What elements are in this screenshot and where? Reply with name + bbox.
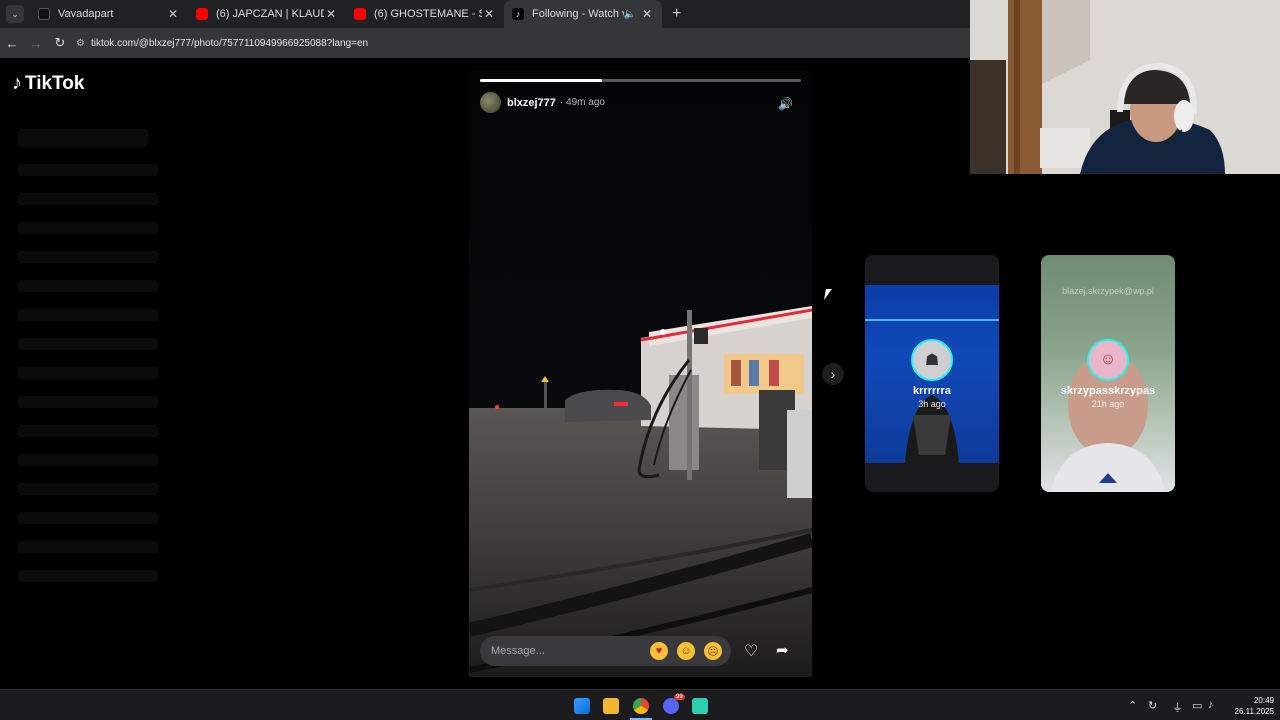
story-progress-bar	[480, 79, 801, 82]
sidebar-item	[18, 193, 158, 205]
story-progress-fill	[480, 79, 602, 82]
sidebar-item	[18, 309, 158, 321]
volume-icon[interactable]: 🔊	[778, 97, 793, 111]
tab-japczan[interactable]: (6) JAPCZAN | KLAUDIA czy KAI ✕	[188, 0, 346, 28]
windows-taskbar: 99 ⌃ ↻ ⏚ ▭ ♪ 20:49 26.11.2025	[0, 689, 1280, 720]
sidebar-item	[18, 164, 158, 176]
youtube-favicon-icon	[354, 8, 366, 20]
network-icon[interactable]: ▭	[1192, 699, 1202, 712]
sidebar-item	[18, 570, 158, 582]
story-card-krrrrrra[interactable]: ☗ krrrrrra 3h ago	[865, 255, 999, 492]
card-time: 21h ago	[1091, 399, 1125, 409]
sidebar-item	[18, 541, 158, 553]
story-photo	[469, 70, 812, 677]
reload-icon[interactable]: ↻	[48, 35, 72, 51]
webcam-scene	[970, 0, 1280, 174]
sidebar-item	[18, 338, 158, 350]
heart-eyes-emoji-icon[interactable]: ♥	[650, 642, 668, 660]
tab-tiktok-following[interactable]: ♪ Following - Watch videos fr 🔈 ✕	[504, 0, 662, 28]
chevron-up-icon[interactable]: ⌃	[1128, 699, 1137, 712]
youtube-favicon-icon	[196, 8, 208, 20]
close-tab-icon[interactable]: ✕	[166, 7, 180, 21]
url-text: tiktok.com/@blxzej777/photo/757711094996…	[90, 37, 369, 49]
tab-title: (6) GHOSTEMANE - Squeeze - Y	[374, 8, 482, 20]
tab-ghostemane[interactable]: (6) GHOSTEMANE - Squeeze - Y ✕	[346, 0, 504, 28]
next-story-chevron-icon[interactable]: ›	[822, 363, 844, 385]
tiktok-note-icon: ♪	[12, 72, 22, 94]
file-explorer-icon[interactable]	[603, 698, 619, 714]
chrome-icon[interactable]	[633, 698, 649, 714]
sidebar-item	[18, 512, 158, 524]
close-tab-icon[interactable]: ✕	[640, 7, 654, 21]
logo-text: TikTok	[25, 72, 85, 94]
tiktok-favicon-icon: ♪	[512, 8, 524, 20]
url-field[interactable]: ⚙ tiktok.com/@blxzej777/photo/7577110949…	[76, 38, 368, 49]
clock-time: 20:49	[1253, 696, 1274, 705]
site-info-icon[interactable]: ⚙	[76, 38, 85, 49]
avatar: ☗	[911, 339, 953, 381]
webcam-overlay	[970, 0, 1280, 174]
story-header: blxzej777 · 49m ago	[480, 92, 605, 113]
close-tab-icon[interactable]: ✕	[324, 7, 338, 21]
sidebar-dimmed	[18, 112, 158, 599]
new-tab-icon[interactable]: +	[672, 5, 681, 23]
windows-start-icon[interactable]	[574, 698, 590, 714]
forward-arrow-icon[interactable]: →	[24, 36, 48, 51]
microphone-icon[interactable]: ⏚	[1172, 699, 1183, 715]
app-icon[interactable]	[692, 698, 708, 714]
close-tab-icon[interactable]: ✕	[482, 7, 496, 21]
tiktok-logo[interactable]: ♪ TikTok	[12, 72, 84, 95]
laughing-emoji-icon[interactable]: ☺	[677, 642, 695, 660]
tab-title: Vavadapart	[58, 8, 114, 20]
sidebar-search-placeholder	[18, 129, 148, 147]
tab-search-button[interactable]: ⌄	[6, 5, 24, 23]
sidebar-item	[18, 396, 158, 408]
tab-vavadapart[interactable]: Vavadapart ✕	[30, 0, 188, 28]
sidebar-item	[18, 454, 158, 466]
message-bar: Message... ♥ ☺ ☹	[480, 636, 731, 666]
sidebar-item	[18, 280, 158, 292]
tab-title: (6) JAPCZAN | KLAUDIA czy KAI	[216, 8, 324, 20]
mouse-cursor	[824, 289, 832, 300]
flushed-emoji-icon[interactable]: ☹	[704, 642, 722, 660]
back-arrow-icon[interactable]: ←	[0, 36, 24, 51]
sidebar-item	[18, 425, 158, 437]
discord-badge: 99	[674, 694, 685, 700]
story-player[interactable]: blxzej777 · 49m ago 🔊 Message... ♥ ☺ ☹ ♡…	[469, 70, 812, 677]
card-username: krrrrrra	[913, 385, 951, 397]
card-watermark: blazej.skrzypek@wp.pl	[1062, 286, 1154, 296]
story-username[interactable]: blxzej777	[507, 97, 556, 109]
message-input[interactable]: Message...	[491, 645, 650, 657]
browser-tab-bar: ⌄ Vavadapart ✕ (6) JAPCZAN | KLAUDIA czy…	[0, 0, 970, 28]
address-bar: ← → ↻ ⚙ tiktok.com/@blxzej777/photo/7577…	[0, 28, 970, 58]
story-time: · 49m ago	[559, 97, 605, 108]
avatar[interactable]	[480, 92, 501, 113]
sidebar-item	[18, 251, 158, 263]
speaker-icon[interactable]: 🔈	[624, 9, 636, 20]
tab-title: Following - Watch videos fr	[532, 8, 624, 20]
clock-date: 26.11.2025	[1234, 707, 1274, 716]
sync-icon[interactable]: ↻	[1148, 699, 1157, 712]
sidebar-item	[18, 483, 158, 495]
avatar: ☺	[1087, 339, 1129, 381]
system-clock[interactable]: 20:49 26.11.2025	[1226, 695, 1274, 717]
like-heart-icon[interactable]: ♡	[744, 641, 758, 661]
discord-icon[interactable]	[663, 698, 679, 714]
story-card-skrzypasskrzypas[interactable]: blazej.skrzypek@wp.pl ☺ skrzypasskrzypas…	[1041, 255, 1175, 492]
sidebar-item	[18, 367, 158, 379]
vavada-favicon-icon	[38, 8, 50, 20]
card-username: skrzypasskrzypas	[1060, 385, 1156, 397]
card-time: 3h ago	[918, 399, 946, 409]
share-arrow-icon[interactable]: ➦	[776, 641, 789, 659]
volume-icon[interactable]: ♪	[1208, 699, 1214, 711]
sidebar-item	[18, 222, 158, 234]
